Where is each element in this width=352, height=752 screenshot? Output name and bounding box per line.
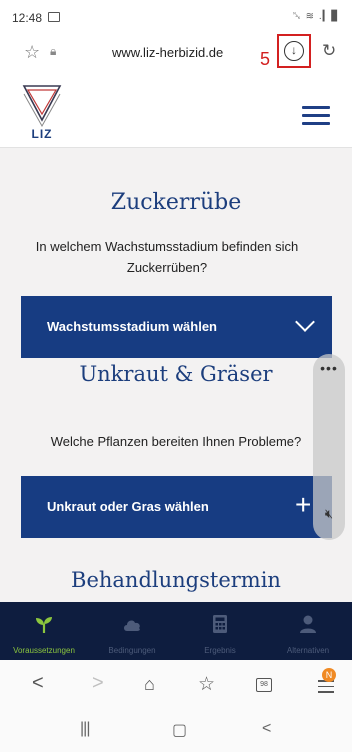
recents-icon[interactable]: |||	[80, 720, 91, 738]
weed-grass-label: Unkraut oder Gras wählen	[47, 499, 209, 514]
floating-side-handle[interactable]: ••• 🔇︎	[313, 354, 345, 540]
weed-grass-accordion[interactable]: Unkraut oder Gras wählen +	[21, 476, 332, 538]
gallery-notification-icon	[48, 12, 60, 22]
nav-bedingungen[interactable]: Bedingungen	[88, 602, 176, 660]
bookmarks-icon[interactable]: ☆	[198, 673, 215, 696]
plus-icon: +	[295, 489, 312, 520]
bookmark-star-icon[interactable]: ☆	[24, 42, 40, 63]
status-time: 12:48	[12, 11, 43, 25]
forward-icon[interactable]: >	[92, 672, 104, 695]
reload-icon[interactable]: ↻	[322, 41, 336, 61]
calculator-icon	[213, 615, 227, 633]
nav-label: Ergebnis	[204, 646, 236, 655]
nav-voraussetzungen[interactable]: Voraussetzungen	[0, 602, 88, 660]
mute-icon[interactable]: 🔇︎	[313, 506, 345, 522]
section-title-zuckerruebe: Zuckerrübe	[110, 190, 242, 215]
home-icon[interactable]: ⌂	[144, 674, 155, 695]
nav-label: Voraussetzungen	[13, 646, 75, 655]
sprout-icon	[36, 617, 52, 633]
growth-stage-label: Wachstumsstadium wählen	[47, 319, 217, 334]
growth-stage-accordion[interactable]: Wachstumsstadium wählen	[21, 296, 332, 358]
liz-logo[interactable]: LIZ	[22, 84, 62, 140]
browser-menu-icon[interactable]	[318, 680, 334, 697]
back-icon[interactable]: <	[32, 672, 44, 695]
weeds-question: Welche Pflanzen bereiten Ihnen Probleme?	[50, 434, 302, 449]
download-icon[interactable]: ↓	[284, 41, 304, 61]
growth-stage-question: In welchem Wachstumsstadium befinden sic…	[35, 239, 299, 275]
notification-badge: N	[322, 668, 336, 682]
nav-ergebnis[interactable]: Ergebnis	[176, 602, 264, 660]
tabs-icon[interactable]: 98	[256, 678, 272, 692]
lock-icon[interactable]: 🔒︎	[50, 44, 56, 59]
back-button-icon[interactable]: <	[262, 720, 271, 738]
nav-label: Alternativen	[286, 646, 330, 655]
browser-toolbar: < > ⌂ ☆ 98 N	[0, 660, 352, 710]
bottom-navigation: Voraussetzungen Bedingungen Ergebnis Alt…	[0, 602, 352, 660]
site-header: LIZ	[0, 70, 352, 148]
home-button-icon[interactable]: ▢	[172, 720, 187, 740]
status-indicators: ␕ ≋ .▎▊	[292, 11, 340, 22]
nav-label: Bedingungen	[108, 646, 156, 655]
status-bar: 12:48 ␕ ≋ .▎▊	[0, 0, 352, 36]
logo-text: LIZ	[32, 127, 53, 140]
android-navigation-bar: ||| ▢ <	[0, 710, 352, 752]
more-options-icon[interactable]: •••	[313, 360, 345, 376]
chevron-down-icon	[295, 312, 315, 332]
cloud-icon	[124, 620, 140, 631]
main-content: Zuckerrübe In welchem Wachstumsstadium b…	[0, 148, 352, 602]
url-text[interactable]: www.liz-herbizid.de	[112, 45, 223, 60]
hamburger-menu-icon[interactable]	[302, 106, 330, 126]
section-title-behandlungstermin: Behandlungstermin	[71, 568, 281, 592]
person-icon	[300, 615, 316, 633]
section-title-unkraut: Unkraut & Gräser	[79, 362, 273, 386]
annotation-number: 5	[260, 49, 271, 69]
nav-alternativen[interactable]: Alternativen	[264, 602, 352, 660]
